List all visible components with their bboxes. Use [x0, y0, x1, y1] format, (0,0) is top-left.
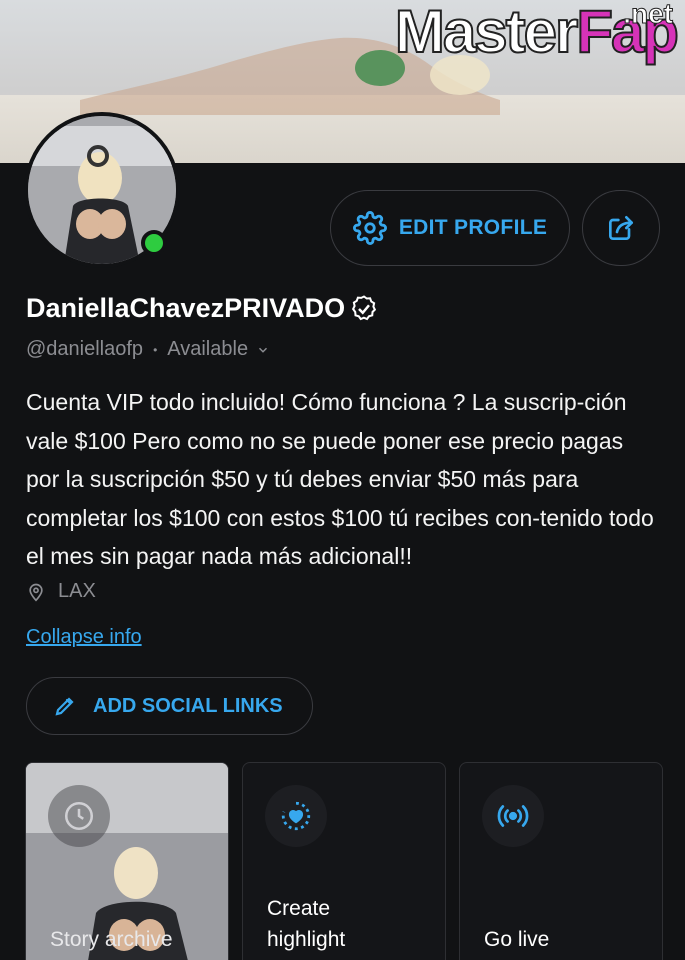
edit-profile-label: EDIT PROFILE — [398, 216, 548, 239]
go-live-label: Go live — [484, 928, 550, 951]
clock-icon — [64, 801, 94, 831]
story-archive-icon-wrap — [48, 785, 110, 847]
profile-name: DaniellaChavezPRIVADO — [26, 293, 379, 324]
go-live-icon-wrap — [482, 785, 544, 847]
profile-bio: Cuenta VIP todo incluido! Cómo funciona … — [26, 389, 654, 569]
add-social-links-button[interactable]: ADD SOCIAL LINKS — [26, 677, 313, 735]
online-status-dot — [141, 230, 167, 256]
verified-badge-icon — [352, 294, 377, 320]
share-icon — [609, 216, 633, 240]
edit-profile-button[interactable]: EDIT PROFILE — [330, 190, 570, 266]
story-cards: Story archive Create highlight Go live — [25, 762, 663, 960]
separator-dot: • — [153, 342, 158, 357]
watermark-part1: Master — [394, 0, 579, 65]
collapse-info-link[interactable]: Collapse info — [26, 626, 142, 649]
create-highlight-icon-wrap — [265, 785, 327, 847]
go-live-card[interactable]: Go live — [459, 762, 663, 960]
story-archive-card[interactable]: Story archive — [25, 762, 229, 960]
location-label: LAX — [58, 580, 96, 602]
create-highlight-text: Create highlight — [267, 897, 346, 951]
gear-icon — [352, 211, 387, 245]
watermark: MasterFap .net — [394, 0, 680, 65]
profile-name-text: DaniellaChavezPRIVADO — [26, 293, 346, 323]
watermark-suffix: .net — [623, 0, 674, 29]
status-dropdown[interactable]: Available — [167, 338, 270, 361]
share-button[interactable] — [582, 190, 660, 266]
create-highlight-card[interactable]: Create highlight — [242, 762, 446, 960]
profile-handle: @daniellaofp — [26, 338, 144, 360]
handle-row: @daniellaofp • Available — [26, 338, 270, 361]
location-row: LAX — [26, 580, 96, 603]
add-social-links-label: ADD SOCIAL LINKS — [93, 694, 283, 717]
pencil-icon — [55, 697, 74, 716]
chevron-down-icon — [259, 347, 268, 353]
story-archive-label: Story archive — [50, 928, 173, 951]
broadcast-icon — [497, 805, 529, 827]
status-label: Available — [167, 338, 249, 360]
create-highlight-label: Create highlight — [267, 893, 387, 955]
location-pin-icon — [29, 583, 43, 602]
heart-circle-icon — [281, 801, 311, 831]
